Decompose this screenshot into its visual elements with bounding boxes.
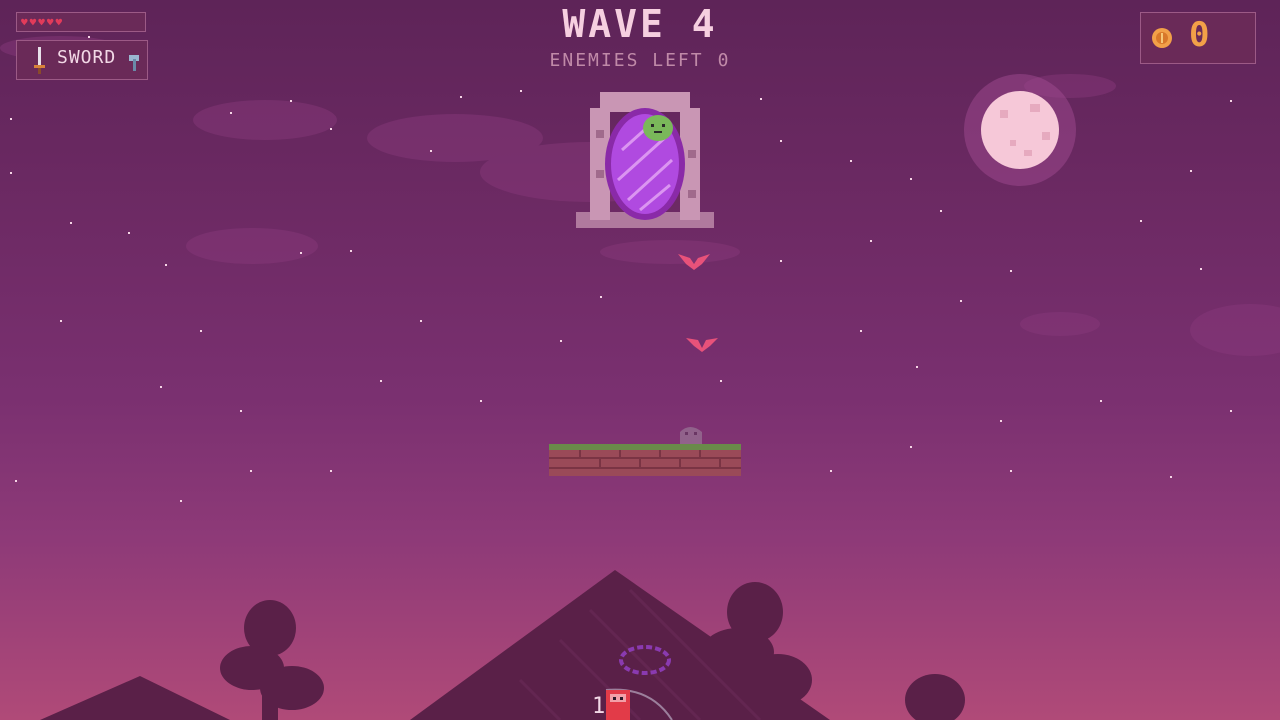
player-number: 1	[592, 694, 606, 719]
enemies-left-label: ENEMIES LEFT	[549, 50, 704, 71]
player-character	[605, 688, 673, 720]
bat-enemy	[678, 254, 710, 270]
spawn-ring	[619, 645, 671, 675]
enemies-left-count: 0	[717, 50, 731, 71]
enemies-layer	[549, 254, 741, 720]
enemies-left: ENEMIES LEFT 0	[0, 50, 1280, 71]
wave-title: WAVE 4	[562, 2, 718, 46]
bat-enemy	[686, 338, 718, 352]
brick-platform	[549, 444, 741, 476]
